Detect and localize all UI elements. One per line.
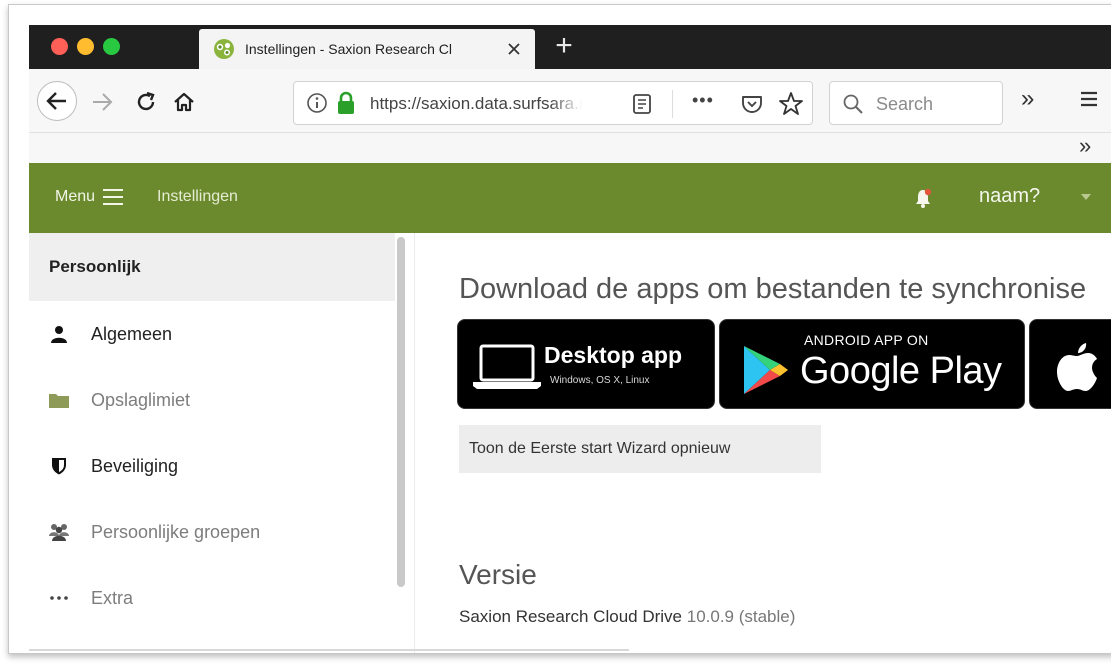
arrow-left-icon (46, 92, 66, 110)
home-button[interactable] (171, 89, 197, 115)
minimize-window-button[interactable] (77, 38, 94, 55)
reload-icon (137, 91, 155, 111)
google-play-label: Google Play (800, 350, 1002, 392)
sidebar-item-opslaglimiet[interactable]: Opslaglimiet (29, 367, 395, 433)
notification-bell-icon[interactable] (913, 187, 933, 209)
saxion-favicon-icon (214, 39, 234, 59)
user-icon (49, 324, 69, 344)
pocket-icon[interactable] (740, 92, 764, 116)
reader-view-icon[interactable] (630, 92, 654, 116)
google-play-caption: ANDROID APP ON (804, 332, 929, 348)
download-apps-heading: Download de apps om bestanden te synchro… (459, 273, 1087, 305)
desktop-app-badge[interactable]: Desktop app Windows, OS X, Linux (457, 319, 715, 409)
laptop-icon (473, 344, 541, 389)
version-number: 10.0.9 (stable) (686, 607, 796, 626)
hamburger-menu-icon[interactable] (1079, 89, 1099, 109)
app-store-badge[interactable] (1029, 319, 1111, 409)
breadcrumb[interactable]: Instellingen (157, 188, 238, 206)
navigation-toolbar: https://saxion.data.surfsara.nl ••• Sear… (29, 69, 1111, 133)
menu-button[interactable]: Menu (55, 188, 124, 206)
sidebar-section-personal: Persoonlijk (29, 233, 395, 301)
group-icon (49, 522, 69, 542)
search-icon (843, 94, 863, 114)
sidebar-item-label: Extra (91, 587, 134, 608)
menu-label: Menu (55, 188, 96, 205)
page-actions-button[interactable]: ••• (692, 90, 714, 111)
desktop-app-label: Desktop app (544, 342, 683, 368)
close-window-button[interactable] (51, 38, 68, 55)
screenshot-frame: Instellingen - Saxion Research Cl + http… (8, 4, 1111, 654)
settings-content: Download de apps om bestanden te synchro… (415, 233, 1111, 653)
sidebar-item-algemeen[interactable]: Algemeen (29, 301, 395, 367)
chevron-down-icon[interactable] (1081, 194, 1091, 200)
more-icon (49, 588, 69, 608)
product-name: Saxion Research Cloud Drive (459, 607, 682, 626)
maximize-window-button[interactable] (103, 38, 120, 55)
url-text: https://saxion.data.surfsara.nl (370, 94, 582, 113)
sidebar-scrollbar[interactable] (397, 237, 405, 587)
toolbar-overflow-button[interactable]: » (1021, 85, 1034, 113)
sidebar-item-label: Algemeen (91, 323, 173, 344)
shield-icon (49, 456, 69, 476)
sidebar-item-label: Beveiliging (91, 455, 179, 476)
apple-icon (1057, 343, 1097, 391)
folder-icon (49, 390, 69, 410)
sidebar-item-label: Persoonlijke groepen (91, 521, 261, 542)
bookmarks-overflow-button[interactable]: » (1079, 133, 1091, 159)
info-icon[interactable] (306, 92, 328, 114)
arrow-right-icon (93, 93, 113, 111)
bookmark-star-icon[interactable] (778, 91, 804, 117)
menu-icon (103, 189, 124, 205)
bookmarks-toolbar: » (29, 133, 1111, 163)
browser-window: Instellingen - Saxion Research Cl + http… (29, 25, 1111, 653)
sidebar-item-extra[interactable]: Extra (29, 565, 395, 631)
new-tab-button[interactable]: + (549, 31, 579, 61)
version-heading: Versie (459, 559, 537, 590)
forward-button[interactable] (89, 89, 115, 115)
first-run-wizard-button[interactable]: Toon de Eerste start Wizard opnieuw (459, 425, 821, 473)
app-header: Menu Instellingen naam? (29, 163, 1111, 233)
back-button[interactable] (37, 81, 77, 121)
bottom-divider (29, 649, 629, 651)
search-input[interactable]: Search (829, 81, 1003, 125)
url-bar[interactable]: https://saxion.data.surfsara.nl ••• (293, 81, 813, 125)
reload-button[interactable] (133, 89, 159, 115)
user-menu-name[interactable]: naam? (979, 185, 1040, 208)
desktop-app-platforms: Windows, OS X, Linux (550, 375, 650, 386)
google-play-icon (744, 346, 788, 394)
home-icon (174, 92, 194, 112)
tab-close-icon[interactable] (503, 38, 525, 60)
tab-title: Instellingen - Saxion Research Cl (245, 41, 452, 57)
sidebar-section-title: Persoonlijk (49, 257, 141, 276)
google-play-badge[interactable]: ANDROID APP ON Google Play (719, 319, 1025, 409)
version-info: Saxion Research Cloud Drive 10.0.9 (stab… (459, 607, 795, 627)
sidebar-item-beveiliging[interactable]: Beveiliging (29, 433, 395, 499)
tab-strip: Instellingen - Saxion Research Cl + (29, 25, 1111, 69)
settings-sidebar: Persoonlijk Algemeen Opslaglimiet Beveil… (29, 233, 415, 653)
lock-icon (338, 91, 354, 114)
sidebar-item-persoonlijke-groepen[interactable]: Persoonlijke groepen (29, 499, 395, 565)
search-placeholder: Search (876, 94, 934, 114)
url-separator (672, 90, 673, 118)
tab-instellingen[interactable]: Instellingen - Saxion Research Cl (199, 29, 535, 69)
sidebar-item-label: Opslaglimiet (91, 389, 191, 410)
